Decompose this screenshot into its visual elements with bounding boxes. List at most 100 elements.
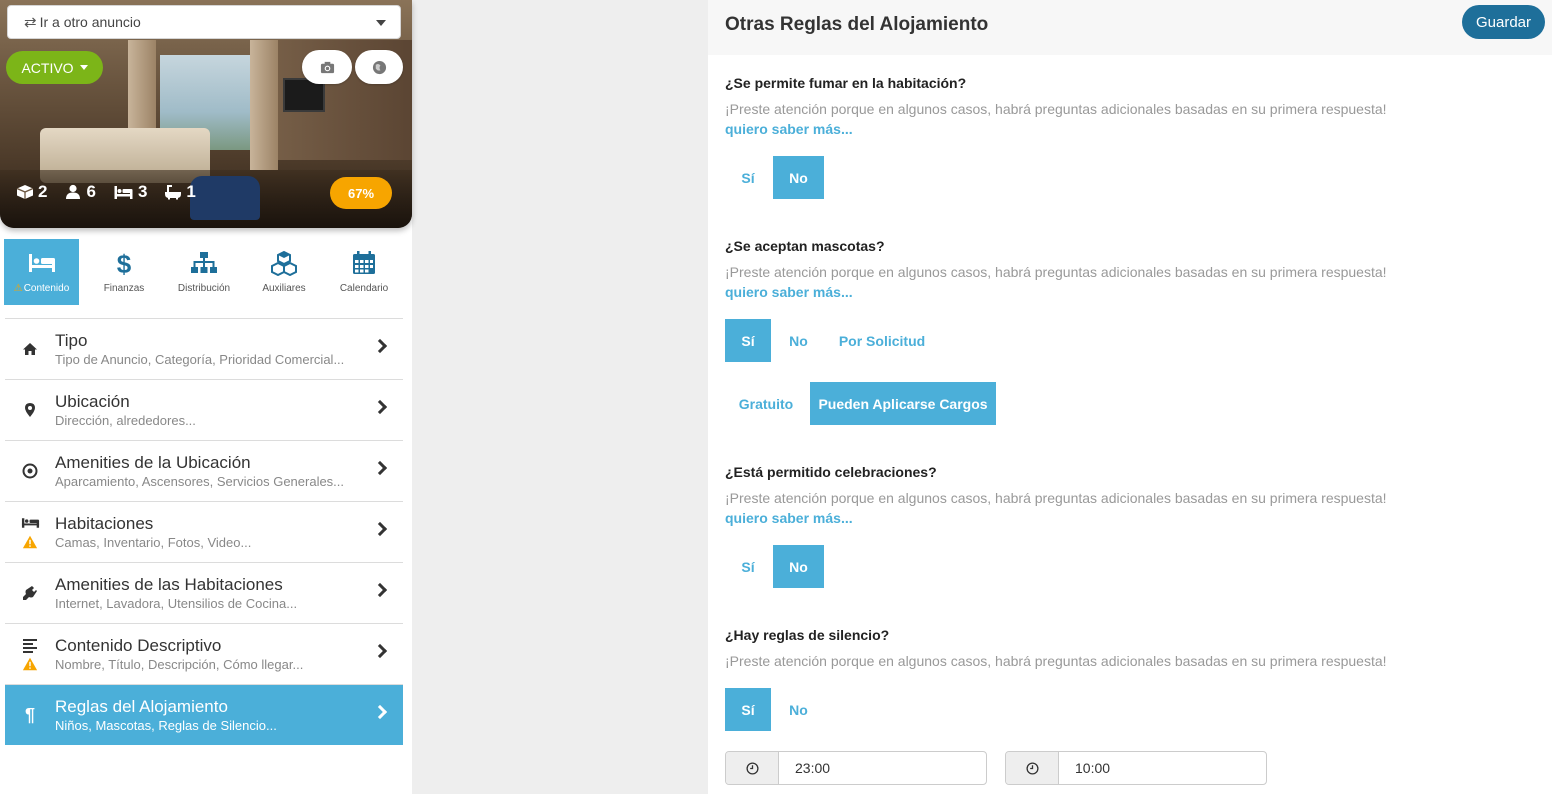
- question-smoking: ¿Se permite fumar en la habitación?: [725, 75, 967, 91]
- menu-item-amenities-ubicacion[interactable]: Amenities de la Ubicación Aparcamiento, A…: [5, 440, 403, 501]
- tab-label: Finanzas: [103, 283, 145, 294]
- tab-auxiliares[interactable]: Auxiliares: [244, 239, 324, 305]
- menu-item-reglas-alojamiento[interactable]: ¶ Reglas del Alojamiento Niños, Mascotas,…: [5, 684, 403, 745]
- map-pin-icon: [25, 403, 35, 417]
- camera-icon: [320, 61, 334, 73]
- bed-icon: [28, 254, 55, 272]
- panel-title: Otras Reglas del Alojamiento: [725, 14, 989, 35]
- cubes-icon: [271, 250, 297, 276]
- quiet-end-value: 10:00: [1075, 760, 1111, 776]
- pets-option-no[interactable]: No: [773, 319, 824, 362]
- stat-baths: 1: [164, 182, 196, 202]
- menu-item-title: Reglas del Alojamiento: [55, 697, 228, 716]
- stat-bedrooms: 2: [16, 182, 47, 202]
- question-parties: ¿Está permitido celebraciones?: [725, 464, 937, 480]
- smoking-option-no[interactable]: No: [773, 156, 824, 199]
- goto-listing-select[interactable]: ⇄ Ir a otro anuncio: [7, 5, 401, 39]
- user-icon: [66, 184, 81, 199]
- globe-icon: [372, 60, 386, 74]
- question-pets: ¿Se aceptan mascotas?: [725, 238, 885, 254]
- quiet-option-no[interactable]: No: [773, 688, 824, 731]
- parties-option-yes[interactable]: Sí: [725, 545, 771, 588]
- pets-fee-free[interactable]: Gratuito: [725, 382, 807, 425]
- photo-curtain: [250, 40, 278, 170]
- status-label: ACTIVO: [21, 59, 74, 76]
- menu-item-subtitle: Nombre, Título, Descripción, Cómo llegar…: [55, 657, 304, 672]
- target-icon: [22, 463, 38, 479]
- calendar-icon: [353, 251, 375, 274]
- svg-text:$: $: [117, 250, 132, 276]
- tab-label: Distribución: [177, 283, 231, 294]
- question-hint: ¡Preste atención porque en algunos casos…: [725, 101, 1387, 117]
- bed-icon: [114, 186, 133, 199]
- quiet-end-time[interactable]: 10:00: [1005, 751, 1267, 785]
- learn-more-link[interactable]: quiero saber más...: [725, 284, 853, 300]
- learn-more-link[interactable]: quiero saber más...: [725, 510, 853, 526]
- save-button[interactable]: Guardar: [1462, 5, 1545, 39]
- bed-icon: [21, 517, 39, 528]
- stat-bedrooms-value: 2: [38, 182, 48, 201]
- menu-item-contenido-descriptivo[interactable]: Contenido Descriptivo Nombre, Título, Des…: [5, 623, 403, 684]
- caret-down-icon: [79, 65, 88, 70]
- menu-item-title: Ubicación: [55, 392, 130, 411]
- pets-option-on-request[interactable]: Por Solicitud: [826, 319, 938, 362]
- photos-button[interactable]: [302, 50, 352, 84]
- learn-more-link[interactable]: quiero saber más...: [725, 121, 853, 137]
- warning-icon: [22, 657, 38, 670]
- home-icon: [23, 343, 37, 355]
- sitemap-icon: [191, 252, 217, 273]
- photo-chair: [190, 176, 260, 220]
- tab-label: Calendario: [339, 283, 389, 294]
- tab-label: Contenido: [23, 283, 70, 294]
- status-dropdown[interactable]: ACTIVO: [6, 51, 103, 84]
- pets-fee-charges[interactable]: Pueden Aplicarse Cargos: [810, 382, 996, 425]
- quiet-option-yes[interactable]: Sí: [725, 688, 771, 731]
- align-left-icon: [23, 638, 37, 653]
- stat-guests-value: 6: [86, 182, 96, 201]
- menu-item-subtitle: Niños, Mascotas, Reglas de Silencio...: [55, 718, 277, 733]
- warning-icon: [22, 535, 38, 548]
- map-button[interactable]: [355, 50, 403, 84]
- tab-distribucion[interactable]: Distribución: [164, 239, 244, 305]
- pets-option-yes[interactable]: Sí: [725, 319, 771, 362]
- question-hint: ¡Preste atención porque en algunos casos…: [725, 264, 1387, 280]
- tab-finanzas[interactable]: $ Finanzas: [84, 239, 164, 305]
- dollar-icon: $: [117, 250, 132, 276]
- stat-beds-value: 3: [137, 182, 148, 201]
- smoking-option-yes[interactable]: Sí: [725, 156, 771, 199]
- menu-item-ubicacion[interactable]: Ubicación Dirección, alrededores...: [5, 379, 403, 440]
- menu-item-title: Habitaciones: [55, 514, 154, 533]
- menu-item-title: Contenido Descriptivo: [55, 636, 222, 655]
- menu-item-tipo[interactable]: Tipo Tipo de Anuncio, Categoría, Priorida…: [5, 318, 403, 379]
- menu-item-amenities-habitaciones[interactable]: Amenities de las Habitaciones Internet, L…: [5, 562, 403, 623]
- question-quiet-hours: ¿Hay reglas de silencio?: [725, 627, 890, 643]
- clock-icon: [726, 752, 779, 784]
- section-menu: Tipo Tipo de Anuncio, Categoría, Priorida…: [5, 318, 403, 745]
- quiet-start-value: 23:00: [795, 760, 831, 776]
- plug-icon: [23, 586, 37, 600]
- warning-icon: ⚠: [13, 283, 23, 294]
- cube-icon: [16, 185, 34, 199]
- stat-guests: 6: [64, 182, 96, 202]
- listing-stats: 2 6 3 1: [16, 182, 196, 202]
- stat-beds: 3: [113, 182, 147, 202]
- tab-label: Auxiliares: [262, 283, 306, 294]
- menu-item-title: Amenities de la Ubicación: [55, 453, 251, 472]
- menu-item-title: Amenities de las Habitaciones: [55, 575, 283, 594]
- clock-icon: [1006, 752, 1059, 784]
- paragraph-icon: ¶: [24, 704, 35, 725]
- completion-badge: 67%: [330, 177, 392, 209]
- menu-item-subtitle: Aparcamiento, Ascensores, Servicios Gene…: [55, 474, 345, 489]
- parties-option-no[interactable]: No: [773, 545, 824, 588]
- listing-sidebar: ⇄ Ir a otro anuncio ACTIVO 2 6 3 1 67% ⚠…: [0, 0, 412, 794]
- menu-item-subtitle: Tipo de Anuncio, Categoría, Prioridad Co…: [55, 352, 345, 367]
- panel-header: Otras Reglas del Alojamiento Guardar: [708, 0, 1552, 55]
- swap-arrows-icon: ⇄: [24, 14, 37, 31]
- tab-calendario[interactable]: Calendario: [324, 239, 404, 305]
- question-hint: ¡Preste atención porque en algunos casos…: [725, 653, 1387, 669]
- quiet-start-time[interactable]: 23:00: [725, 751, 987, 785]
- menu-item-habitaciones[interactable]: Habitaciones Camas, Inventario, Fotos, Vi…: [5, 501, 403, 562]
- stat-baths-value: 1: [186, 182, 196, 201]
- section-tabs: ⚠Contenido $ Finanzas Distribución Auxil…: [4, 239, 404, 305]
- tab-contenido[interactable]: ⚠Contenido: [4, 239, 79, 305]
